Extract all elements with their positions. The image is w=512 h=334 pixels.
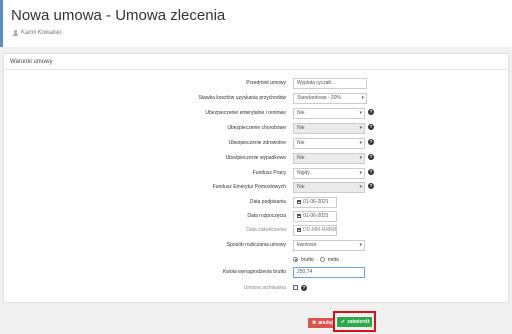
help-icon[interactable]: ? <box>368 183 374 189</box>
row-data-podpisania: Data podpisania 01-06-2021 <box>4 197 508 208</box>
row-brutto-netto: brutto netto <box>4 255 508 266</box>
kwota-input[interactable]: 250,74 <box>293 267 365 278</box>
stawka-select[interactable]: Standardowa - 20% <box>293 93 367 104</box>
fundusz-pracy-value: Nigdy <box>297 170 310 176</box>
brutto-label: brutto <box>301 256 314 263</box>
data-podpisania-input[interactable]: 01-06-2021 <box>293 197 337 208</box>
wypadkowe-value: Nie <box>297 155 305 161</box>
fundusz-emerytur-select[interactable]: Nie <box>293 182 365 193</box>
sposob-value: kwotowo <box>297 242 317 248</box>
zdrowotne-label: Ubezpieczenie zdrowotne <box>228 140 286 146</box>
row-fundusz-emerytur: Fundusz Emerytur Pomostowych Nie ? <box>4 182 508 193</box>
cancel-label: anuluj <box>318 320 333 326</box>
page-header: Nowa umowa - Umowa zlecenia Kamil Kowals… <box>0 0 512 47</box>
highlight-box <box>333 311 376 332</box>
przedmiot-input[interactable]: Wypłata ryczałt... <box>293 78 367 89</box>
calendar-icon <box>297 199 301 204</box>
row-archiwalna: Umowa archiwalna ? <box>4 283 508 294</box>
row-data-rozpoczecia: Data rozpoczęcia 01-06-2021 <box>4 211 508 222</box>
row-fundusz-pracy: Fundusz Pracy Nigdy ? <box>4 168 508 179</box>
author-line: Kamil Kowalski <box>12 30 61 36</box>
radio-brutto[interactable] <box>293 257 298 262</box>
fundusz-pracy-label: Fundusz Pracy <box>252 170 286 176</box>
sposob-select[interactable]: kwotowo <box>293 240 365 251</box>
contract-terms-panel: Warunki umowy Przedmiot umowy Wypłata ry… <box>3 53 509 303</box>
emerytalne-label: Ubezpieczenie emerytalne i rentowe <box>205 110 286 116</box>
row-data-zakonczenia: Data zakończenia DD-MM-RRRR <box>4 225 508 236</box>
data-rozpoczecia-input[interactable]: 01-06-2021 <box>293 211 337 222</box>
archiwalna-checkbox[interactable] <box>293 285 298 290</box>
data-podpisania-value: 01-06-2021 <box>303 199 329 205</box>
cancel-button[interactable]: ✖ anuluj <box>308 318 335 328</box>
data-zakonczenia-label: Data zakończenia <box>246 227 286 233</box>
help-icon[interactable]: ? <box>368 124 374 130</box>
emerytalne-value: Nie <box>297 110 305 116</box>
fundusz-emerytur-label: Fundusz Emerytur Pomostowych <box>212 184 286 190</box>
radio-netto[interactable] <box>319 257 325 262</box>
stawka-label: Stawka kosztów uzyskania przychodów <box>198 95 286 101</box>
row-emerytalne: Ubezpieczenie emerytalne i rentowe Nie ? <box>4 108 508 119</box>
author-name: Kamil Kowalski <box>21 30 62 36</box>
row-sposob: Sposób rozliczania umowy kwotowo <box>4 240 508 251</box>
help-icon[interactable]: ? <box>301 285 307 291</box>
sposob-label: Sposób rozliczania umowy <box>226 242 286 248</box>
data-zakonczenia-input[interactable]: DD-MM-RRRR <box>293 225 337 236</box>
row-stawka: Stawka kosztów uzyskania przychodów Stan… <box>4 93 508 104</box>
calendar-icon <box>297 227 301 232</box>
user-icon <box>12 30 18 36</box>
netto-label: netto <box>327 256 339 263</box>
data-zakonczenia-placeholder: DD-MM-RRRR <box>303 227 337 233</box>
data-rozpoczecia-label: Data rozpoczęcia <box>247 213 286 219</box>
help-icon[interactable]: ? <box>368 154 374 160</box>
emerytalne-select[interactable]: Nie <box>293 108 365 119</box>
fundusz-emerytur-value: Nie <box>297 184 305 190</box>
kwota-label: Kwota wynagrodzenia brutto <box>222 269 286 275</box>
wypadkowe-select[interactable]: Nie <box>293 153 365 164</box>
chorobowe-value: Nie <box>297 125 305 131</box>
panel-title: Warunki umowy <box>10 59 53 65</box>
zdrowotne-value: Nie <box>297 140 305 146</box>
zdrowotne-select[interactable]: Nie <box>293 138 365 149</box>
page-title: Nowa umowa - Umowa zlecenia <box>11 7 226 24</box>
row-wypadkowe: Ubezpieczenie wypadkowe Nie ? <box>4 153 508 164</box>
archiwalna-label: Umowa archiwalna <box>243 285 286 291</box>
chorobowe-select[interactable]: Nie <box>293 123 365 134</box>
przedmiot-label: Przedmiot umowy <box>246 80 286 86</box>
row-przedmiot: Przedmiot umowy Wypłata ryczałt... <box>4 78 508 89</box>
calendar-icon <box>297 213 301 218</box>
fundusz-pracy-select[interactable]: Nigdy <box>293 168 365 179</box>
help-icon[interactable]: ? <box>368 139 374 145</box>
row-chorobowe: Ubezpieczenie chorobowe Nie ? <box>4 123 508 134</box>
brutto-netto-group: brutto netto <box>293 255 339 264</box>
data-rozpoczecia-value: 01-06-2021 <box>303 213 329 219</box>
row-kwota: Kwota wynagrodzenia brutto 250,74 <box>4 267 508 278</box>
divider <box>4 69 508 70</box>
help-icon[interactable]: ? <box>368 109 374 115</box>
close-icon: ✖ <box>312 320 317 326</box>
stawka-value: Standardowa - 20% <box>297 95 341 101</box>
chorobowe-label: Ubezpieczenie chorobowe <box>227 125 286 131</box>
help-icon[interactable]: ? <box>368 169 374 175</box>
wypadkowe-label: Ubezpieczenie wypadkowe <box>225 155 286 161</box>
row-zdrowotne: Ubezpieczenie zdrowotne Nie ? <box>4 138 508 149</box>
data-podpisania-label: Data podpisania <box>249 199 286 205</box>
